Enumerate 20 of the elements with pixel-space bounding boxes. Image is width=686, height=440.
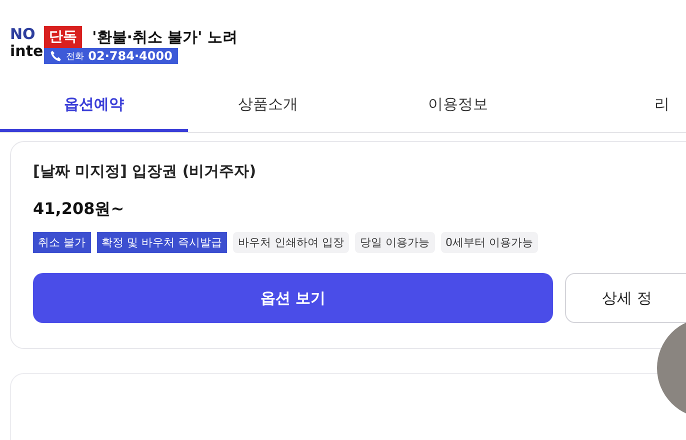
tab[interactable]: 옵션예약 bbox=[0, 80, 188, 132]
logo-text: NO bbox=[10, 26, 36, 43]
product-price: 41,208원~ bbox=[33, 199, 126, 220]
tab[interactable]: 이용정보 bbox=[348, 80, 568, 132]
feature-tag: 취소 불가 bbox=[33, 232, 90, 253]
news-headline: '환불·취소 불가' 노려 bbox=[91, 27, 238, 48]
feature-tag: 확정 및 바우처 즉시발급 bbox=[96, 232, 227, 253]
logo-text: inte bbox=[10, 43, 44, 60]
product-title: [날짜 미지정] 입장권 (비거주자) bbox=[33, 162, 258, 181]
feature-tag: 당일 이용가능 bbox=[355, 232, 434, 253]
details-button[interactable]: 상세 정 bbox=[565, 273, 686, 323]
exclusive-badge: 단독 bbox=[44, 26, 82, 48]
feature-tag: 0세부터 이용가능 bbox=[440, 232, 538, 253]
tab[interactable]: 리 bbox=[568, 80, 686, 132]
phone-icon bbox=[50, 50, 62, 62]
feature-tag: 바우처 인쇄하여 입장 bbox=[233, 232, 349, 253]
phone-label: 전화 bbox=[66, 50, 84, 62]
tab[interactable]: 상품소개 bbox=[188, 80, 348, 132]
phone-number: 02·784·4000 bbox=[88, 49, 172, 63]
view-options-button[interactable]: 옵션 보기 bbox=[33, 273, 554, 323]
